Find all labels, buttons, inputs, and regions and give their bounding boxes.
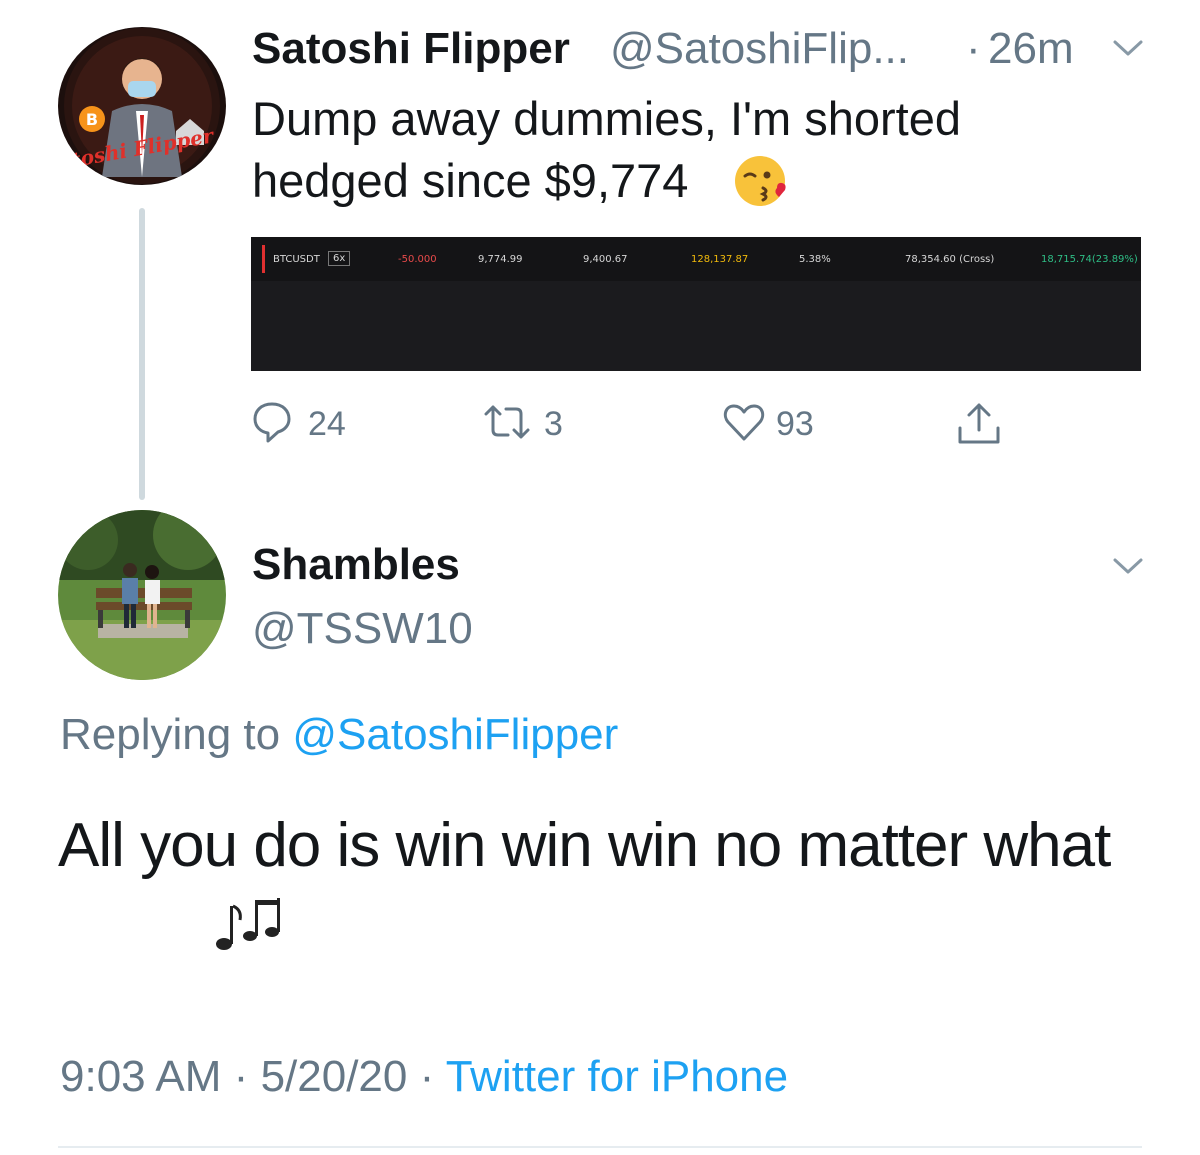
entry-price: 9,774.99 [478,254,523,265]
liquidation-price: 128,137.87 [691,254,749,265]
avatar-photo [58,510,226,680]
shambles-avatar[interactable] [58,510,226,680]
share-button[interactable] [956,400,1002,448]
mark-price: 9,400.67 [583,254,628,265]
position-leverage: 6x [328,251,351,266]
margin-value: 78,354.60 (Cross) [905,254,995,265]
position-side-indicator [262,245,265,273]
reply-handle[interactable]: @TSSW10 [252,604,473,654]
divider [58,1146,1142,1148]
position-symbol: BTCUSDT [273,254,320,265]
retweet-count: 3 [544,405,563,443]
tweet-meta: 9:03 AM · 5/20/20 · Twitter for iPhone [60,1052,788,1102]
margin-ratio: 5.38% [799,254,831,265]
avatar-illustration: B Satoshi Flipper [58,28,220,184]
parent-display-name[interactable]: Satoshi Flipper [252,24,570,74]
unrealized-pnl: 18,715.74(23.89%) [1041,254,1138,265]
satoshi-flipper-avatar[interactable]: B Satoshi Flipper [58,27,226,185]
tweet-time[interactable]: 9:03 AM [60,1052,221,1101]
reply-icon [253,402,291,443]
reply-button[interactable]: 24 [252,400,362,448]
tweet-source-link[interactable]: Twitter for iPhone [446,1052,788,1101]
position-size: -50.000 [398,254,437,265]
replying-to-handle-link[interactable]: @SatoshiFlipper [292,710,618,759]
replying-to: Replying to @SatoshiFlipper [60,710,618,760]
chevron-down-icon[interactable] [1112,556,1144,576]
share-icon [958,403,1000,444]
chevron-down-icon[interactable] [1112,38,1144,58]
musical-notes-emoji [216,898,280,950]
svg-text:B: B [86,110,98,129]
like-count: 93 [776,405,814,443]
heart-icon [723,404,765,441]
parent-tweet-text: Dump away dummies, I'm shorted hedged si… [252,92,961,207]
position-panel-screenshot[interactable]: BTCUSDT 6x -50.000 9,774.99 9,400.67 128… [251,237,1141,371]
meta-separator: · [233,1052,249,1101]
parent-handle[interactable]: @SatoshiFlip... [610,24,909,74]
retweet-icon [484,405,530,439]
face-blowing-a-kiss-emoji [735,156,786,206]
retweet-button[interactable]: 3 [482,400,582,448]
reply-count: 24 [308,405,346,443]
like-button[interactable]: 93 [722,400,832,448]
reply-tweet-text: All you do is win win win no matter what [58,811,1111,880]
reply-display-name[interactable]: Shambles [252,540,460,590]
parent-timestamp[interactable]: 26m [988,24,1074,74]
thread-line [139,208,145,500]
meta-separator: · [419,1052,435,1101]
tweet-date[interactable]: 5/20/20 [261,1052,408,1101]
replying-to-label: Replying to [60,710,281,759]
position-row: BTCUSDT 6x -50.000 9,774.99 9,400.67 128… [251,237,1141,281]
time-separator: · [966,24,981,73]
